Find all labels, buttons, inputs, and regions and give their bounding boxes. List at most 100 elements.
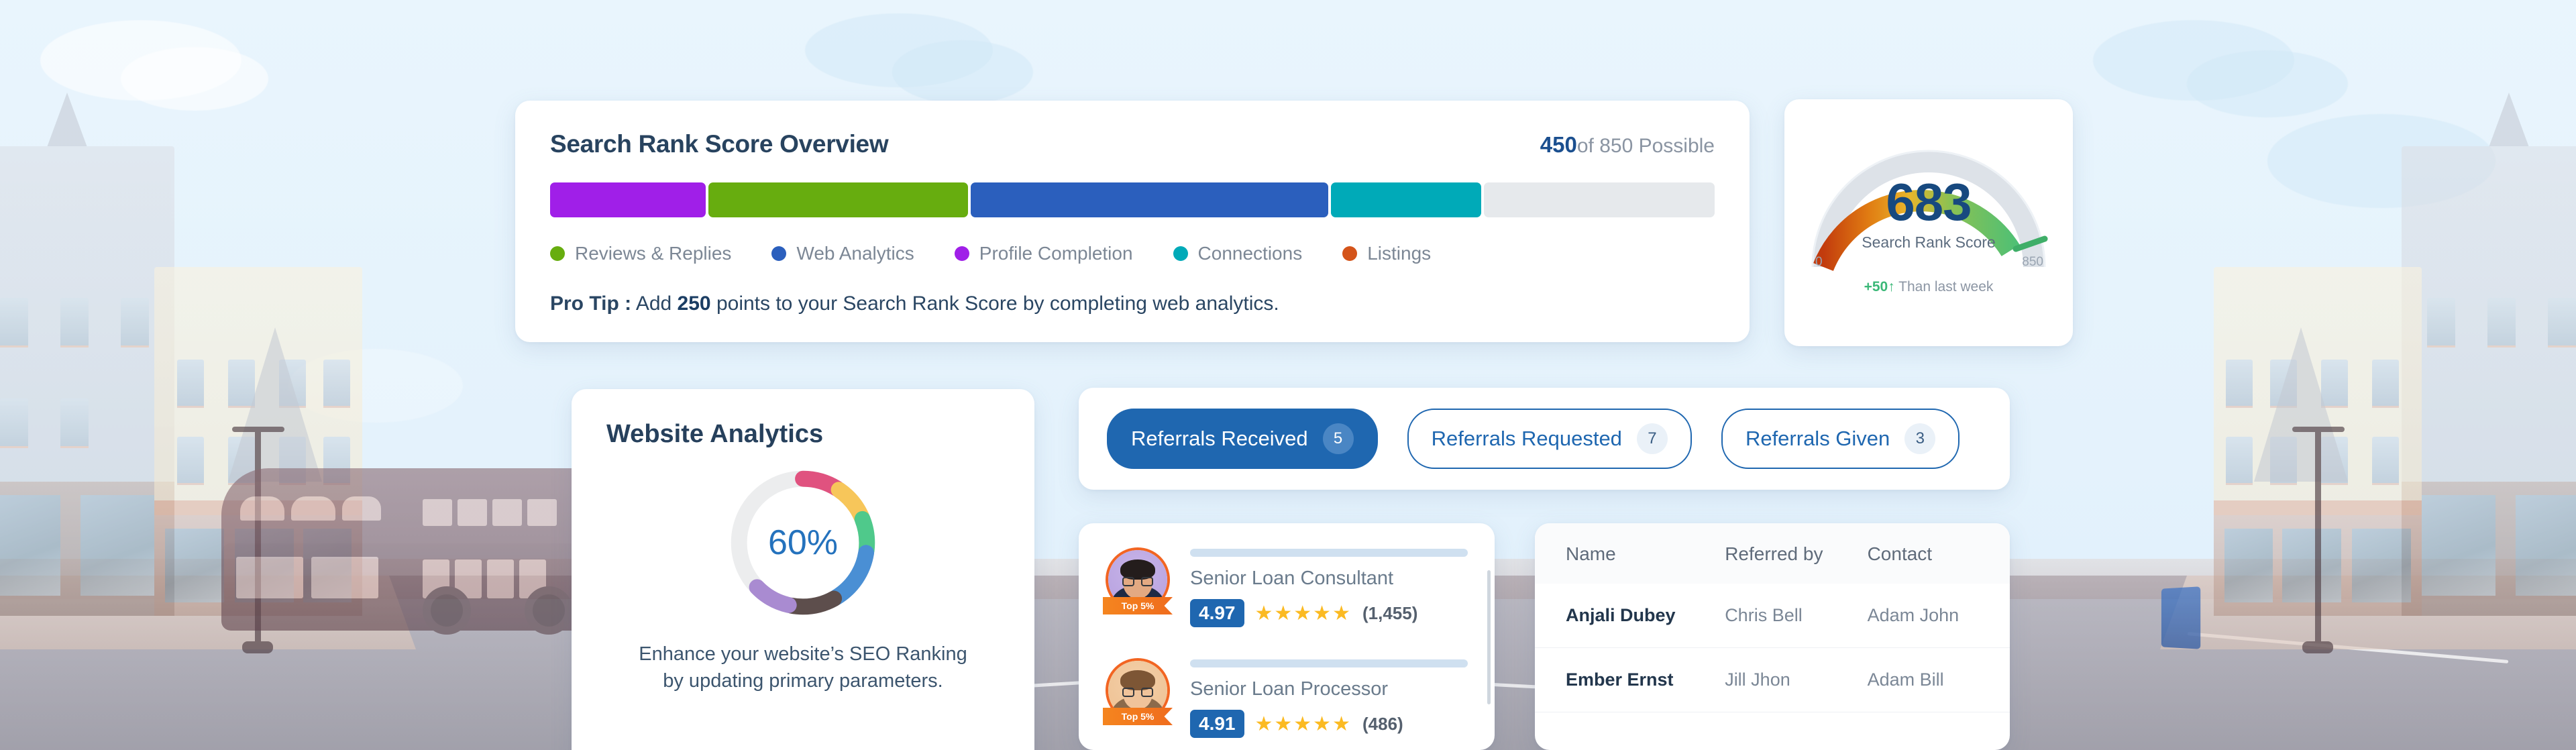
dashboard-screen: Search Rank Score Overview 450of 850 Pos… <box>0 0 2576 750</box>
cell-name: Anjali Dubey <box>1535 584 1725 648</box>
gauge-value: 683 <box>1886 172 1972 231</box>
website-analytics-subtitle: Enhance your website’s SEO Ranking by up… <box>606 641 1000 694</box>
score-segment-3 <box>971 182 1329 217</box>
table-header-row: Name Referred by Contact <box>1535 523 2010 584</box>
person-meta: Senior Loan Processor 4.91 ★★★★★ (486) <box>1190 658 1468 738</box>
legend-label: Profile Completion <box>979 243 1133 264</box>
name-placeholder-bar <box>1190 659 1468 667</box>
score-legend: Reviews & Replies Web Analytics Profile Co… <box>550 243 1715 264</box>
table-row[interactable]: Anjali Dubey Chris Bell Adam John <box>1535 584 2010 648</box>
tab-count-badge: 5 <box>1322 423 1354 454</box>
gauge-label: Search Rank Score <box>1862 233 1996 251</box>
cell-name: Ember Ernst <box>1535 647 1725 712</box>
search-rank-score-gauge-card: 683 Search Rank Score 0 850 +50↑ Than la… <box>1784 99 2073 346</box>
table-row[interactable]: Ember Ernst Jill Jhon Adam Bill <box>1535 647 2010 712</box>
website-analytics-card: Website Analytics 60% Enhance your websi… <box>572 389 1034 750</box>
legend-dot-icon <box>954 246 969 261</box>
legend-dot-icon <box>771 246 787 261</box>
score-suffix: of 850 Possible <box>1576 135 1715 157</box>
legend-item-1: Reviews & Replies <box>550 243 731 264</box>
legend-label: Web Analytics <box>796 243 914 264</box>
double-decker-bus <box>221 468 597 643</box>
list-item[interactable]: Top 5% Senior Loan Consultant 4.97 ★★★★★ (1,… <box>1103 547 1468 627</box>
cloud-shape <box>892 40 1033 104</box>
avatar-wrap: Top 5% <box>1103 547 1173 614</box>
avatar-wrap: Top 5% <box>1103 658 1173 725</box>
pro-tip-text: Pro Tip : Add 250 points to your Search … <box>550 292 1715 315</box>
website-analytics-donut-wrap: 60% <box>606 469 1000 617</box>
table-body: Anjali Dubey Chris Bell Adam John Ember Ern… <box>1535 584 2010 712</box>
legend-dot-icon <box>550 246 565 261</box>
legend-label: Connections <box>1197 243 1303 264</box>
top-percent-badge: Top 5% <box>1103 597 1173 614</box>
cloud-shape <box>121 47 268 111</box>
tab-referrals-requested[interactable]: Referrals Requested 7 <box>1407 409 1692 469</box>
legend-label: Listings <box>1367 243 1432 264</box>
gauge-delta-value: +50 <box>1864 279 1888 294</box>
building-right-spire <box>2247 327 2355 616</box>
referrals-table: Name Referred by Contact Anjali Dubey Chr… <box>1535 523 2010 712</box>
column-header-contact[interactable]: Contact <box>1867 523 2010 584</box>
tab-label: Referrals Received <box>1131 427 1308 450</box>
people-list: Top 5% Senior Loan Consultant 4.97 ★★★★★ (1,… <box>1103 547 1468 738</box>
tab-referrals-given[interactable]: Referrals Given 3 <box>1721 409 1960 469</box>
person-meta: Senior Loan Consultant 4.97 ★★★★★ (1,455) <box>1190 547 1468 627</box>
legend-dot-icon <box>1173 246 1188 261</box>
arrow-up-icon: ↑ <box>1888 279 1895 294</box>
rating-row: 4.97 ★★★★★ (1,455) <box>1190 599 1468 627</box>
gauge-delta-row: +50↑ Than last week <box>1784 279 2073 295</box>
website-analytics-subtitle-line2: by updating primary parameters. <box>663 670 943 692</box>
legend-item-4: Connections <box>1173 243 1303 264</box>
star-rating-icon: ★★★★★ <box>1254 602 1352 625</box>
tab-count-badge: 7 <box>1636 423 1668 454</box>
person-role: Senior Loan Consultant <box>1190 568 1394 589</box>
list-item[interactable]: Top 5% Senior Loan Processor 4.91 ★★★★★ (486… <box>1103 658 1468 738</box>
tab-label: Referrals Given <box>1745 427 1890 450</box>
tab-label: Referrals Requested <box>1431 427 1622 450</box>
street-lamp-right <box>2292 427 2345 653</box>
people-scrollbar[interactable] <box>1487 570 1491 704</box>
legend-dot-icon <box>1342 246 1358 261</box>
search-rank-score-overview-card: Search Rank Score Overview 450of 850 Pos… <box>515 101 1750 342</box>
review-count: (486) <box>1362 713 1403 734</box>
cell-contact: Adam John <box>1867 584 2010 648</box>
trash-bin <box>2161 586 2201 649</box>
column-header-name[interactable]: Name <box>1535 523 1725 584</box>
pro-tip-points: 250 <box>677 292 711 315</box>
pro-tip-post: points to your Search Rank Score by comp… <box>716 292 1279 315</box>
website-analytics-title: Website Analytics <box>606 420 824 448</box>
page-title: Search Rank Score Overview <box>550 130 889 158</box>
legend-label: Reviews & Replies <box>575 243 732 264</box>
gauge-min-label: 0 <box>1815 255 1823 269</box>
glasses-icon <box>1122 577 1153 586</box>
rating-row: 4.91 ★★★★★ (486) <box>1190 710 1468 738</box>
table-header: Name Referred by Contact <box>1535 523 2010 584</box>
building-right-grey <box>2402 93 2576 616</box>
name-placeholder-bar <box>1190 549 1468 557</box>
cell-referred-by: Chris Bell <box>1725 584 1868 648</box>
website-analytics-subtitle-line1: Enhance your website’s SEO Ranking <box>639 643 967 665</box>
top-percent-badge: Top 5% <box>1103 708 1173 725</box>
referral-tabs-card: Referrals Received 5 Referrals Requested 7 R… <box>1079 388 2010 490</box>
legend-item-5: Listings <box>1342 243 1431 264</box>
rating-score: 4.97 <box>1190 599 1244 627</box>
building-left-grey <box>0 93 174 616</box>
pro-tip-pre: Add <box>635 292 672 315</box>
referral-people-card: Top 5% Senior Loan Consultant 4.97 ★★★★★ (1,… <box>1079 523 1495 750</box>
legend-item-3: Profile Completion <box>954 243 1133 264</box>
cell-referred-by: Jill Jhon <box>1725 647 1868 712</box>
column-header-referred-by[interactable]: Referred by <box>1725 523 1868 584</box>
cloud-shape <box>2187 50 2348 117</box>
tab-referrals-received[interactable]: Referrals Received 5 <box>1107 409 1378 469</box>
star-rating-icon: ★★★★★ <box>1254 712 1352 735</box>
gauge-delta-text: Than last week <box>1898 279 1994 294</box>
cell-contact: Adam Bill <box>1867 647 2010 712</box>
score-possible-label: 450of 850 Possible <box>1540 132 1715 158</box>
tab-count-badge: 3 <box>1904 423 1936 454</box>
pro-tip-label: Pro Tip : <box>550 292 632 315</box>
score-segment-bar <box>550 182 1715 217</box>
referrals-table-card: Name Referred by Contact Anjali Dubey Chr… <box>1535 523 2010 750</box>
rating-score: 4.91 <box>1190 710 1244 738</box>
score-card-header: Search Rank Score Overview 450of 850 Pos… <box>550 130 1715 158</box>
score-segment-2 <box>708 182 969 217</box>
